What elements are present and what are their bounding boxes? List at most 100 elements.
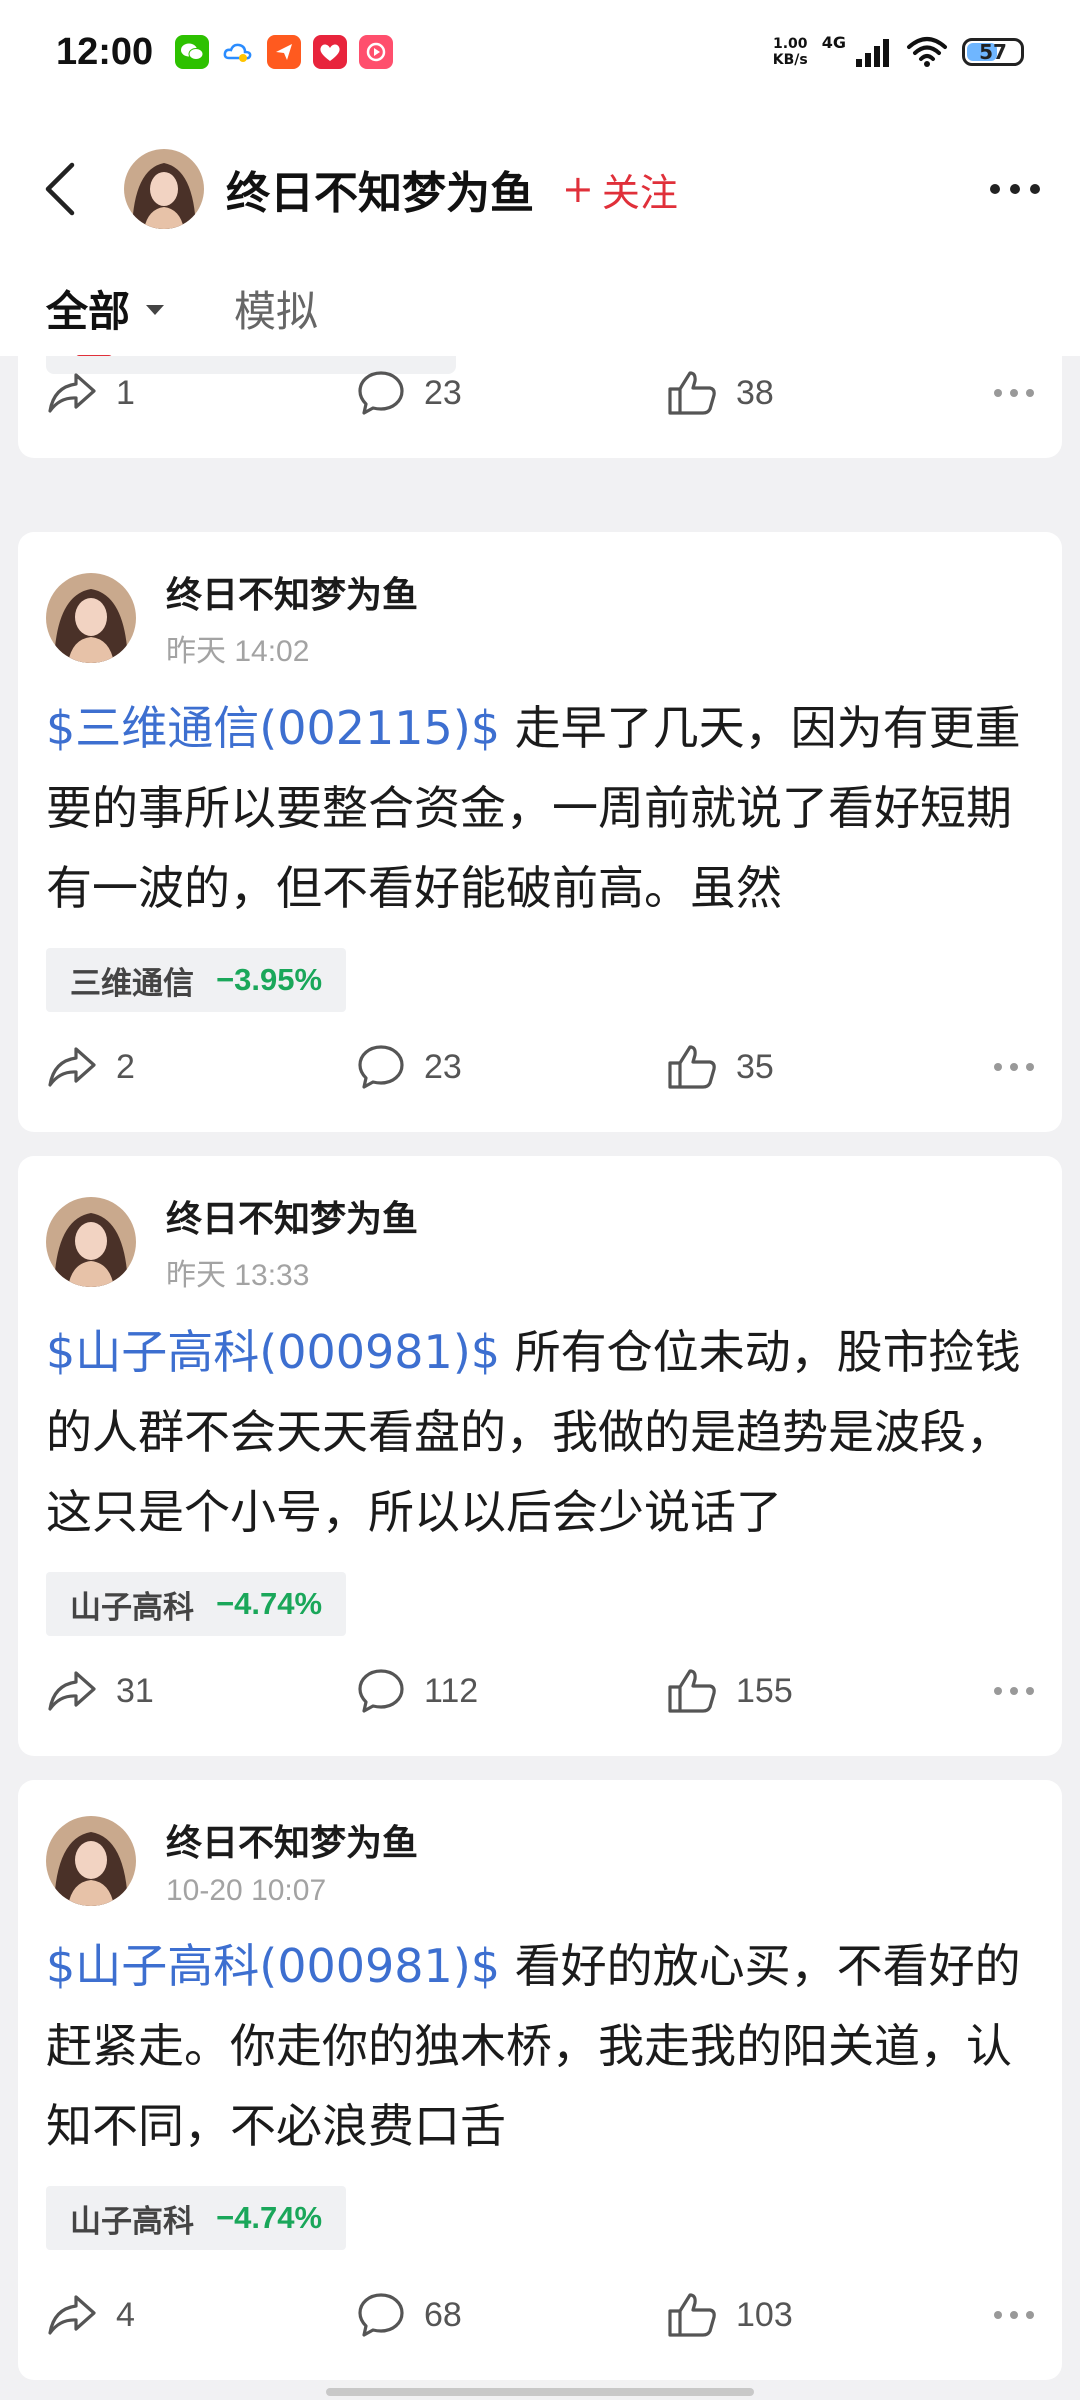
comment-count: 23 [424, 1047, 462, 1086]
more-options-button[interactable] [970, 184, 1040, 194]
more-dot-icon [1026, 1063, 1034, 1071]
more-dot-icon [1010, 1687, 1018, 1695]
battery-icon: 57 [962, 38, 1024, 66]
tab-all[interactable]: 全部 [46, 278, 165, 361]
more-dot-icon [1026, 2311, 1034, 2319]
stock-link[interactable]: $山子高科(000981)$ [46, 1325, 500, 1379]
stock-tag-name: 三维通信 [70, 965, 194, 1002]
post-actions: 1 23 38 [18, 356, 1062, 458]
share-icon [48, 373, 96, 413]
post-card[interactable]: 1 23 38 [18, 356, 1062, 458]
back-arrow-icon [45, 162, 75, 216]
post-more-button[interactable] [994, 1063, 1034, 1071]
share-button[interactable]: 1 [46, 371, 356, 415]
post-more-button[interactable] [994, 1687, 1034, 1695]
more-dot-icon [1010, 2311, 1018, 2319]
tab-simulated[interactable]: 模拟 [234, 278, 318, 339]
author-name[interactable]: 终日不知梦为鱼 [166, 1814, 418, 1866]
comment-count: 112 [424, 1671, 479, 1710]
post-card[interactable]: 终日不知梦为鱼 昨天 13:33 $山子高科(000981)$ 所有仓位未动，股… [18, 1156, 1062, 1756]
comment-count: 23 [424, 373, 462, 412]
thumbs-up-icon [668, 1045, 716, 1089]
comment-button[interactable]: 23 [356, 369, 666, 417]
follow-label: 关注 [601, 170, 678, 215]
post-actions: 4 68 103 [18, 2250, 1062, 2380]
comment-button[interactable]: 68 [356, 2291, 666, 2339]
author-avatar[interactable] [46, 573, 136, 663]
post-time: 昨天 14:02 [166, 635, 310, 668]
status-indicators: 1.00 KB/s 4G 57 [772, 32, 1024, 68]
tab-label: 全部 [46, 286, 131, 336]
cloud-app-icon [221, 35, 256, 69]
network-speed-value: 1.00 [772, 36, 808, 52]
comment-icon [358, 2293, 404, 2337]
status-bar: 12:00 1.00 KB/s 4G 57 [0, 0, 1080, 104]
share-button[interactable]: 2 [46, 1045, 356, 1089]
comment-icon [358, 1669, 404, 1713]
network-speed-unit: KB/s [772, 52, 808, 68]
comment-button[interactable]: 112 [356, 1667, 666, 1715]
tab-bar: 全部 模拟 [0, 260, 1080, 361]
profile-header: 终日不知梦为鱼 + 关注 [0, 104, 1080, 274]
like-button[interactable]: 155 [666, 1667, 976, 1715]
caret-down-icon [146, 305, 165, 315]
post-card[interactable]: 终日不知梦为鱼 10-20 10:07 $山子高科(000981)$ 看好的放心… [18, 1780, 1062, 2380]
post-text[interactable]: $山子高科(000981)$ 所有仓位未动，股市捡钱的人群不会天天看盘的，我做的… [46, 1312, 1034, 1552]
comment-button[interactable]: 23 [356, 1043, 666, 1091]
more-dot-icon [994, 2311, 1002, 2319]
post-text[interactable]: $三维通信(002115)$ 走早了几天，因为有更重要的事所以要整合资金，一周前… [46, 688, 1034, 928]
like-count: 35 [736, 1047, 774, 1086]
more-dot-icon [990, 184, 1000, 194]
follow-button[interactable]: + 关注 [562, 162, 678, 217]
post-time: 昨天 13:33 [166, 1259, 310, 1292]
post-actions: 31 112 155 [18, 1626, 1062, 1756]
stock-link[interactable]: $三维通信(002115)$ [46, 701, 500, 755]
wechat-icon [175, 35, 210, 69]
post-card[interactable]: 终日不知梦为鱼 昨天 14:02 $三维通信(002115)$ 走早了几天，因为… [18, 532, 1062, 1132]
stock-tag[interactable]: 山子高科 −4.74% [46, 2186, 347, 2250]
like-count: 103 [736, 2295, 793, 2334]
author-avatar[interactable] [46, 1197, 136, 1287]
author-name[interactable]: 终日不知梦为鱼 [166, 1190, 418, 1242]
post-time: 10-20 10:07 [166, 1874, 327, 1907]
post-text[interactable]: $山子高科(000981)$ 看好的放心买，不看好的赶紧走。你走你的独木桥，我走… [46, 1926, 1034, 2166]
post-feed[interactable]: 1 23 38 终日不知梦为鱼 昨天 14:02 $三维通信(002115)$ … [0, 356, 1080, 2400]
like-count: 155 [736, 1671, 793, 1710]
share-button[interactable]: 4 [46, 2293, 356, 2337]
more-dot-icon [994, 389, 1002, 397]
more-dot-icon [994, 1687, 1002, 1695]
share-icon [48, 1047, 96, 1087]
notification-icons [175, 35, 394, 69]
share-icon [48, 1671, 96, 1711]
post-actions: 2 23 35 [18, 1002, 1062, 1132]
post-more-button[interactable] [994, 389, 1034, 397]
more-dot-icon [994, 1063, 1002, 1071]
share-count: 4 [116, 2295, 135, 2334]
author-avatar[interactable] [46, 1816, 136, 1906]
status-time: 12:00 [56, 30, 154, 73]
stock-tag-change: −4.74% [216, 2200, 323, 2235]
stock-link[interactable]: $山子高科(000981)$ [46, 1939, 500, 1993]
post-more-button[interactable] [994, 2311, 1034, 2319]
more-dot-icon [1010, 389, 1018, 397]
stock-tag-name: 山子高科 [70, 2203, 194, 2240]
home-indicator[interactable] [326, 2388, 754, 2396]
signal-icon [856, 39, 889, 67]
share-button[interactable]: 31 [46, 1669, 356, 1713]
header-avatar[interactable] [124, 149, 204, 229]
header-title: 终日不知梦为鱼 [226, 168, 534, 219]
comment-icon [358, 1045, 404, 1089]
more-dot-icon [1026, 1687, 1034, 1695]
author-name[interactable]: 终日不知梦为鱼 [166, 566, 418, 618]
like-button[interactable]: 103 [666, 2291, 976, 2339]
network-type: 4G [821, 32, 846, 52]
video-app-icon [359, 35, 394, 69]
share-icon [48, 2295, 96, 2335]
plus-icon: + [562, 167, 594, 211]
like-button[interactable]: 35 [666, 1043, 976, 1091]
like-button[interactable]: 38 [666, 369, 976, 417]
tab-label: 模拟 [234, 286, 319, 336]
more-dot-icon [1030, 184, 1040, 194]
stock-tag-change: −3.95% [216, 962, 323, 997]
back-button[interactable] [40, 157, 104, 221]
